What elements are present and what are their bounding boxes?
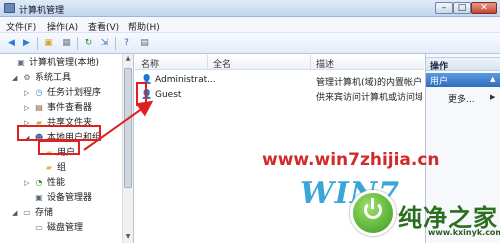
actions-section-users[interactable]: 用户 ▲ [426,73,500,87]
computer-mgmt-icon: ▣ [17,58,25,67]
expand-icon[interactable]: ◢ [12,72,20,84]
user-description: 供来宾访问计算机或访问域 [316,93,422,103]
tree-item-label: 组 [57,163,67,173]
tree-item-label: 事件查看器 [47,103,93,113]
menu-help[interactable]: 帮助(H) [128,20,160,33]
tree-scrollbar[interactable]: ▲ ▼ [122,54,133,243]
tree-item-label: 存储 [35,208,54,218]
highlight-local-users-groups [17,125,101,141]
user-name: Administrat... [155,75,216,85]
watermark-site: www.kxinyk.com [428,228,500,237]
performance-icon: ◔ [35,178,43,187]
properties-icon[interactable]: ▤ [138,37,151,50]
toolbar-separator [37,37,38,50]
title-bar: 计算机管理 – □ ✕ [0,0,500,17]
toolbar-separator [115,37,116,50]
system-tools-icon: ⚙ [23,73,31,82]
more-actions-link[interactable]: 更多... [448,92,475,105]
scrollbar-thumb[interactable] [124,68,132,188]
close-button[interactable]: ✕ [471,2,497,14]
event-viewer-icon: ▤ [35,103,43,112]
tree-item-label: 计算机管理(本地) [29,58,100,68]
list-item[interactable]: 👤 Guest 供来宾访问计算机或访问域 [135,88,424,103]
back-arrow-icon[interactable]: ◀ [5,37,18,50]
toolbar-separator [77,37,78,50]
menu-action[interactable]: 操作(A) [47,20,78,33]
actions-title: 操作 [430,62,449,72]
device-manager-icon: ▣ [35,193,43,202]
list-item[interactable]: 👤 Administrat... 管理计算机(域)的内置帐户 [135,73,424,88]
column-full-name[interactable]: 全名 [213,57,231,70]
user-name: Guest [155,90,182,100]
watermark-url: www.win7zhijia.cn [262,150,440,170]
folder-up-icon[interactable]: ▣ [42,37,55,50]
menu-bar: 文件(F) 操作(A) 查看(V) 帮助(H) [0,17,500,33]
column-separator[interactable] [310,55,311,69]
expand-icon[interactable]: ▷ [24,87,32,99]
column-description[interactable]: 描述 [316,57,334,70]
disk-management-icon: ▭ [35,223,43,232]
scroll-down-icon[interactable]: ▼ [123,232,133,242]
toolbar: ◀ ▶ ▣ ▦ ↻ ⇲ ? ▤ [0,33,500,54]
storage-icon: ▭ [23,208,31,217]
actions-header: 操作 [426,57,500,72]
task-scheduler-icon: ◷ [35,88,43,97]
tree-item-label: 任务计划程序 [47,88,102,98]
groups-folder-icon: ▰ [45,163,53,172]
actions-section-label: 用户 [430,77,449,87]
tree-item-label: 设备管理器 [47,193,93,203]
refresh-icon[interactable]: ↻ [82,37,95,50]
highlight-user-icons [136,82,147,106]
help-icon[interactable]: ? [120,37,133,50]
computer-management-icon [4,3,15,13]
power-logo-icon [350,190,396,236]
forward-arrow-icon[interactable]: ▶ [20,37,33,50]
submenu-arrow-icon[interactable]: ▶ [490,93,495,101]
maximize-button[interactable]: □ [453,2,471,14]
tree-item-label: 性能 [47,178,66,188]
collapse-icon[interactable]: ▲ [490,75,495,83]
menu-view[interactable]: 查看(V) [88,20,119,33]
column-name[interactable]: 名称 [141,57,159,70]
column-separator[interactable] [207,55,208,69]
window-title: 计算机管理 [19,6,65,16]
show-hide-tree-icon[interactable]: ▦ [60,37,73,50]
scroll-up-icon[interactable]: ▲ [123,54,133,64]
menu-file[interactable]: 文件(F) [6,20,36,33]
user-description: 管理计算机(域)的内置帐户 [316,78,422,88]
export-list-icon[interactable]: ⇲ [98,37,111,50]
expand-icon[interactable]: ▷ [24,102,32,114]
list-header: 名称 全名 描述 [135,54,424,70]
minimize-button[interactable]: – [435,2,453,14]
expand-icon[interactable]: ▷ [24,177,32,189]
tree-item-label: 磁盘管理 [47,223,84,233]
highlight-users-folder [38,140,80,155]
tree-item-label: 系统工具 [35,73,72,83]
expand-icon[interactable]: ◢ [12,207,20,219]
